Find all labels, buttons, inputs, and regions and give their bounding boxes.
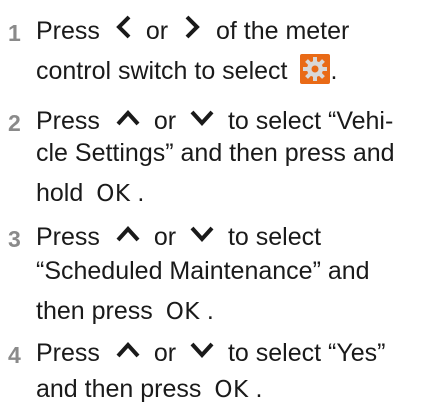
step-text: and then press: [36, 375, 202, 403]
chevron-down-icon: [189, 105, 215, 135]
gear-settings-icon: [300, 54, 331, 85]
step-number: 1: [8, 20, 21, 46]
step-2-line-1: Press or to select “Vehi-: [36, 106, 393, 137]
step-2-line-3: hold OK .: [36, 178, 144, 209]
step-text: control switch to select: [36, 57, 288, 85]
step-text: or: [153, 107, 177, 135]
step-4-line-1: Press or to select “Yes”: [36, 338, 385, 369]
step-text: then press: [36, 297, 153, 325]
step-text: .: [255, 375, 263, 403]
step-text: “Scheduled Maintenance” and: [36, 257, 370, 285]
step-number: 2: [8, 110, 21, 136]
chevron-up-icon: [115, 221, 141, 251]
step-text: cle Settings” and then press and: [36, 139, 395, 167]
chevron-up-icon: [115, 337, 141, 367]
step-text: .: [137, 179, 145, 207]
step-text: or: [153, 339, 177, 367]
step-3-line-3: then press OK .: [36, 296, 214, 327]
step-text: hold: [36, 179, 84, 207]
step-text: or: [153, 223, 177, 251]
step-text: to select “Vehi-: [227, 107, 394, 135]
step-text: to select “Yes”: [227, 339, 386, 367]
step-text: Press: [36, 17, 100, 46]
step-1-line-2: control switch to select .: [36, 54, 338, 87]
step-text: .: [330, 57, 338, 85]
step-text: Press: [36, 223, 100, 251]
step-text: .: [206, 297, 214, 325]
step-text: Press: [36, 339, 100, 367]
step-3-line-1: Press or to select: [36, 222, 321, 253]
ok-button-label: OK: [165, 299, 200, 325]
step-text: to select: [227, 223, 322, 251]
chevron-left-icon: [115, 14, 133, 47]
ok-button-label: OK: [96, 181, 131, 207]
step-text: of the meter: [215, 17, 350, 46]
step-number: 4: [8, 342, 21, 368]
chevron-down-icon: [189, 337, 215, 367]
chevron-down-icon: [189, 221, 215, 251]
step-4-line-2: and then press OK .: [36, 374, 262, 405]
step-3-line-2: “Scheduled Maintenance” and: [36, 256, 370, 286]
step-text: Press: [36, 107, 100, 135]
chevron-right-icon: [183, 14, 201, 47]
step-2-line-2: cle Settings” and then press and: [36, 138, 395, 168]
step-number: 3: [8, 226, 21, 252]
step-1-line-1: Press or of the meter: [36, 14, 350, 49]
chevron-up-icon: [115, 105, 141, 135]
ok-button-label: OK: [214, 377, 249, 403]
step-text: or: [145, 17, 169, 46]
